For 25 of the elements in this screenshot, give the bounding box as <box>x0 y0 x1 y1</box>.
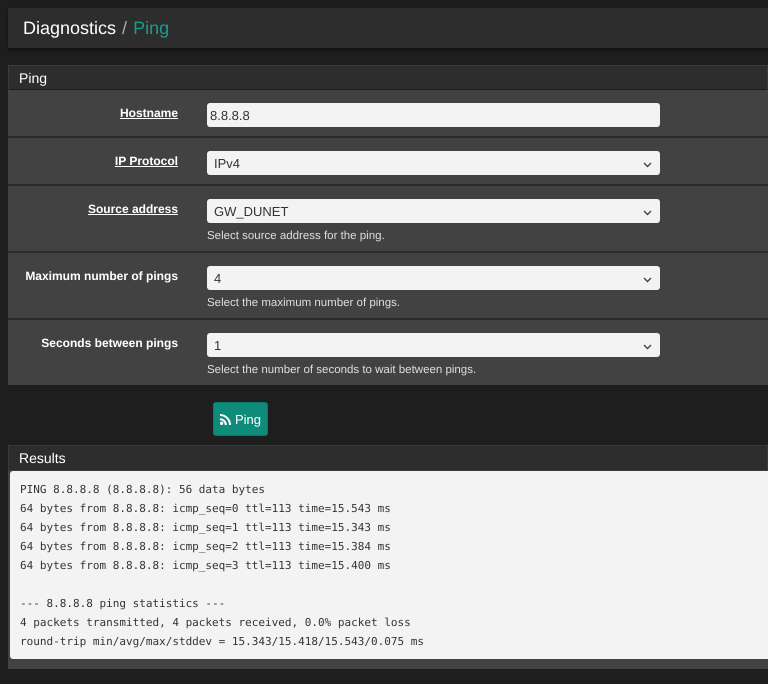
breadcrumb-separator: / <box>122 18 128 38</box>
rss-icon <box>220 414 231 424</box>
select-field[interactable]: GW_DUNET <box>207 199 660 223</box>
field-label: Seconds between pings <box>41 335 178 352</box>
breadcrumb-link[interactable]: Diagnostics <box>23 18 116 38</box>
field-label: IP Protocol <box>114 153 178 170</box>
chevron-down-icon <box>643 162 652 168</box>
select-field[interactable]: 1 <box>207 333 660 357</box>
breadcrumb-current: Ping <box>133 18 170 38</box>
select-field[interactable]: IPv4 <box>207 151 660 175</box>
field-label: Maximum number of pings <box>25 268 178 285</box>
input-field[interactable]: 8.8.8.8 <box>207 103 660 127</box>
chevron-down-icon <box>643 277 652 283</box>
panel-header: Ping <box>8 65 768 90</box>
chevron-down-icon <box>643 344 652 350</box>
help-text: Select source address for the ping. <box>207 230 386 242</box>
ping-button[interactable]: Ping <box>213 402 268 436</box>
ping-output: PING 8.8.8.8 (8.8.8.8): 56 data bytes 64 bytes from 8.8.8.8: icmp_seq=0 ttl=113 time=15.543 ms 64 bytes from 8.8.8.8: icmp_seq=1 ttl=113 time=15.343 ms 64 bytes from 8.8.8.8: icmp_seq=2 ttl=113 time=15.384 ms 64 bytes from 8.8.8.8: icmp_seq=3 ttl=113 time=15.400 ms --- 8.8.8.8 ping statistics --- 4 packets transmitted, 4 packets received, 0.0% packet loss round-trip min/avg/max/stddev = 15.343/15.418/15.543/0.075 ms <box>10 471 768 659</box>
select-field[interactable]: 4 <box>207 266 660 290</box>
chevron-down-icon <box>643 210 652 216</box>
help-text: Select the maximum number of pings. <box>207 297 402 309</box>
help-text: Select the number of seconds to wait between pings. <box>207 364 478 376</box>
field-label: Hostname <box>120 105 178 122</box>
panel-header: Results <box>8 445 768 471</box>
field-label: Source address <box>88 201 178 218</box>
